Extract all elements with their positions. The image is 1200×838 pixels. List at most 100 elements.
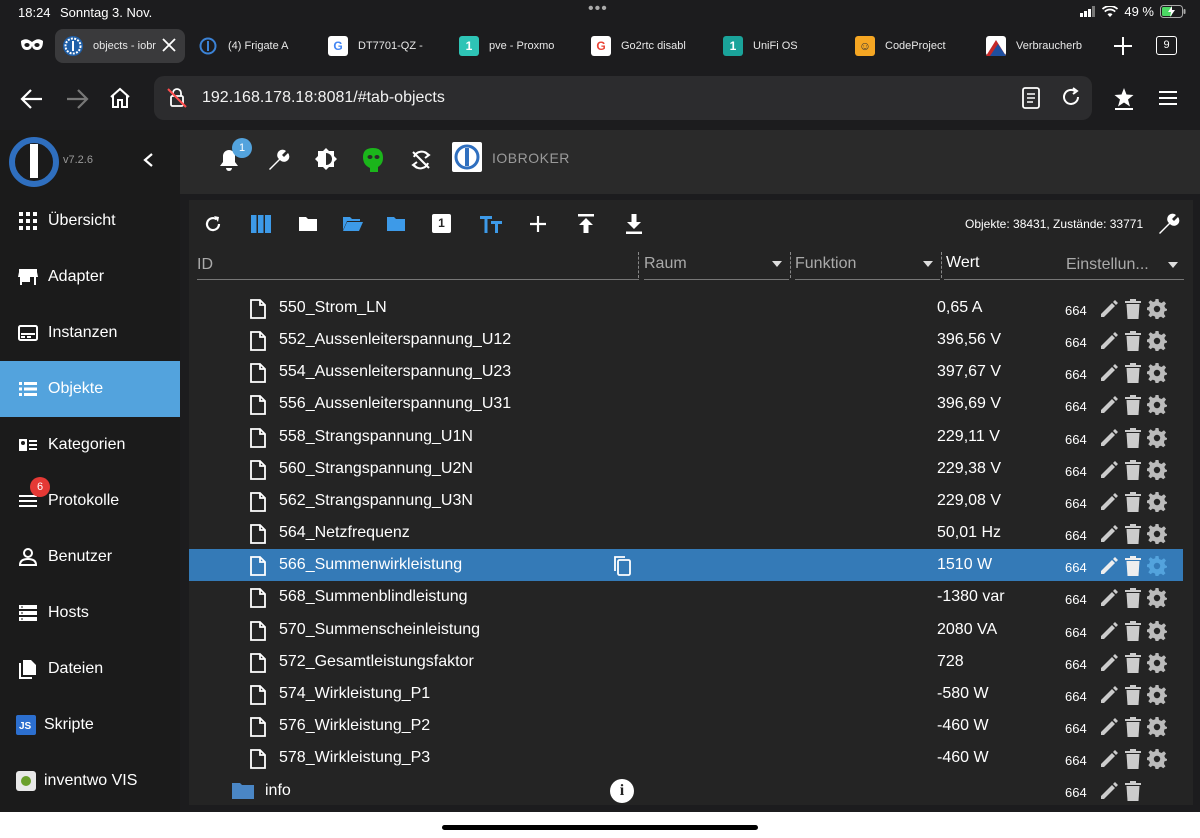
function-filter-select[interactable]: Funktion xyxy=(795,252,940,280)
sidebar-item-protokolle[interactable]: Protokolle 6 xyxy=(0,473,180,529)
table-row-folder-info[interactable]: info i 664 xyxy=(189,774,1183,806)
edit-icon[interactable] xyxy=(1099,524,1119,544)
download-button[interactable] xyxy=(626,214,642,234)
edit-icon[interactable] xyxy=(1099,395,1119,415)
delete-icon[interactable] xyxy=(1125,749,1141,770)
delete-icon[interactable] xyxy=(1125,588,1141,609)
gear-icon[interactable] xyxy=(1147,749,1167,770)
gear-icon[interactable] xyxy=(1147,331,1167,352)
refresh-button[interactable] xyxy=(203,214,223,234)
sidebar-item-hosts[interactable]: Hosts xyxy=(0,585,180,641)
expand-all-button[interactable] xyxy=(343,216,363,231)
gear-icon[interactable] xyxy=(1147,556,1167,577)
notifications-button[interactable]: 1 xyxy=(218,138,252,172)
gear-icon[interactable] xyxy=(1147,299,1167,319)
edit-icon[interactable] xyxy=(1099,556,1119,576)
gear-icon[interactable] xyxy=(1147,620,1167,641)
edit-icon[interactable] xyxy=(1099,621,1119,641)
multitasking-dots[interactable]: ••• xyxy=(588,0,608,18)
edit-icon[interactable] xyxy=(1099,588,1119,608)
upload-button[interactable] xyxy=(578,214,594,234)
tab-proxmox[interactable]: 1 pve - Proxmo xyxy=(459,29,579,63)
table-row[interactable]: 564_Netzfrequenz 50,01 Hz 664 xyxy=(189,517,1183,549)
edit-icon[interactable] xyxy=(1099,363,1119,383)
theme-toggle-button[interactable] xyxy=(314,147,338,171)
sidebar-item-dateien[interactable]: Dateien xyxy=(0,641,180,697)
gear-icon[interactable] xyxy=(1147,427,1167,448)
tab-dt7701[interactable]: G DT7701-QZ - xyxy=(328,29,448,63)
table-row[interactable]: 566_Summenwirkleistung 1510 W 664 xyxy=(189,549,1183,582)
gear-icon[interactable] xyxy=(1147,524,1167,545)
delete-icon[interactable] xyxy=(1125,684,1141,705)
new-tab-button[interactable] xyxy=(1113,36,1133,56)
edit-icon[interactable] xyxy=(1099,781,1119,801)
table-row[interactable]: 562_Strangspannung_U3N 229,08 V 664 xyxy=(189,485,1183,517)
table-row[interactable]: 570_Summenscheinleistung 2080 VA 664 xyxy=(189,614,1183,646)
room-filter-select[interactable]: Raum xyxy=(644,252,789,280)
settings-column-select[interactable]: Einstellun... xyxy=(1066,252,1184,280)
delete-icon[interactable] xyxy=(1125,620,1141,641)
column-id-header[interactable]: ID xyxy=(197,256,213,274)
reload-icon[interactable] xyxy=(1060,86,1082,108)
close-tab-icon[interactable] xyxy=(161,37,177,53)
table-row[interactable]: 574_Wirkleistung_P1 -580 W 664 xyxy=(189,678,1183,710)
tab-verbraucher[interactable]: Verbraucherb xyxy=(986,29,1096,63)
tab-unifi[interactable]: 1 UniFi OS xyxy=(723,29,843,63)
table-row[interactable]: 550_Strom_LN 0,65 A 664 xyxy=(189,292,1183,324)
delete-icon[interactable] xyxy=(1125,491,1141,512)
tab-count-button[interactable]: 9 xyxy=(1156,36,1177,55)
expand-level-button[interactable]: 1 xyxy=(432,214,451,233)
gear-icon[interactable] xyxy=(1147,459,1167,480)
sidebar-item-kategorien[interactable]: Kategorien xyxy=(0,417,180,473)
tab-objects[interactable]: objects - iobr xyxy=(55,29,185,63)
gear-icon[interactable] xyxy=(1147,363,1167,384)
expert-mode-button[interactable] xyxy=(362,147,384,173)
tab-codeproject[interactable]: ☺ CodeProject xyxy=(855,29,975,63)
private-mode-icon[interactable] xyxy=(20,38,44,52)
delete-icon[interactable] xyxy=(1125,781,1141,801)
reader-mode-icon[interactable] xyxy=(1022,87,1040,109)
delete-icon[interactable] xyxy=(1125,459,1141,480)
table-row[interactable]: 568_Summenblindleistung -1380 var 664 xyxy=(189,581,1183,613)
delete-icon[interactable] xyxy=(1125,427,1141,448)
sidebar-item-instanzen[interactable]: Instanzen xyxy=(0,305,180,361)
edit-icon[interactable] xyxy=(1099,749,1119,769)
delete-icon[interactable] xyxy=(1125,716,1141,737)
columns-button[interactable] xyxy=(251,215,271,233)
edit-icon[interactable] xyxy=(1099,299,1119,319)
insecure-lock-icon[interactable] xyxy=(166,87,188,109)
edit-icon[interactable] xyxy=(1099,717,1119,737)
table-row[interactable]: 556_Aussenleiterspannung_U31 396,69 V 664 xyxy=(189,388,1183,420)
table-row[interactable]: 552_Aussenleiterspannung_U12 396,56 V 664 xyxy=(189,324,1183,356)
delete-icon[interactable] xyxy=(1125,299,1141,319)
delete-icon[interactable] xyxy=(1125,556,1141,577)
table-row[interactable]: 560_Strangspannung_U2N 229,38 V 664 xyxy=(189,453,1183,485)
back-button[interactable] xyxy=(20,88,44,110)
tab-frigate[interactable]: (4) Frigate A xyxy=(198,29,318,63)
gear-icon[interactable] xyxy=(1147,684,1167,705)
edit-icon[interactable] xyxy=(1099,653,1119,673)
copy-icon[interactable] xyxy=(612,555,632,577)
gear-icon[interactable] xyxy=(1147,491,1167,512)
gear-icon[interactable] xyxy=(1147,588,1167,609)
forward-button[interactable] xyxy=(65,88,89,110)
gear-icon[interactable] xyxy=(1147,395,1167,416)
edit-icon[interactable] xyxy=(1099,492,1119,512)
edit-icon[interactable] xyxy=(1099,685,1119,705)
edit-icon[interactable] xyxy=(1099,460,1119,480)
table-row[interactable]: 554_Aussenleiterspannung_U23 397,67 V 664 xyxy=(189,356,1183,388)
home-indicator[interactable] xyxy=(442,825,758,830)
sidebar-item-inventwo-vis[interactable]: inventwo VIS xyxy=(0,753,180,809)
column-value-header[interactable]: Wert xyxy=(946,254,979,272)
sidebar-item-objekte[interactable]: Objekte xyxy=(0,361,180,417)
sidebar-item-benutzer[interactable]: Benutzer xyxy=(0,529,180,585)
sidebar-item-adapter[interactable]: Adapter xyxy=(0,249,180,305)
folder-view-button[interactable] xyxy=(299,216,317,231)
sidebar-item-uebersicht[interactable]: Übersicht xyxy=(0,193,180,249)
edit-icon[interactable] xyxy=(1099,331,1119,351)
table-row[interactable]: 558_Strangspannung_U1N 229,11 V 664 xyxy=(189,421,1183,453)
objects-settings-button[interactable] xyxy=(1156,212,1180,236)
add-object-button[interactable] xyxy=(529,215,547,233)
delete-icon[interactable] xyxy=(1125,395,1141,416)
table-row[interactable]: 576_Wirkleistung_P2 -460 W 664 xyxy=(189,710,1183,742)
